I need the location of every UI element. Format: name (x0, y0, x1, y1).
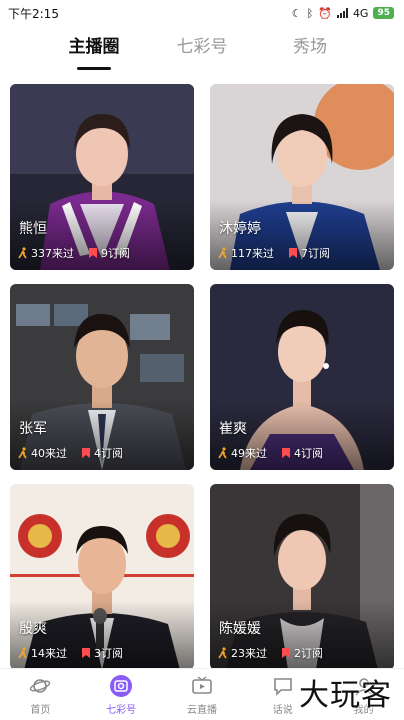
watermark-logo: 大玩客 (299, 678, 392, 713)
anchor-name: 张军 (19, 421, 47, 437)
anchor-stats: 40来过 4订阅 (18, 445, 137, 461)
walk-icon (218, 247, 228, 259)
subscribe-count: 7订阅 (301, 247, 330, 260)
visit-count: 337来过 (31, 247, 74, 260)
nav-label: 首页 (30, 704, 51, 716)
subscribe-count: 4订阅 (94, 447, 123, 460)
subscribe-count: 2订阅 (294, 647, 323, 660)
anchor-name: 殷爽 (19, 621, 47, 637)
subscribe-icon (281, 647, 291, 659)
tab-qicai-hao[interactable]: 七彩号 (157, 30, 247, 70)
status-bar: 下午2:15 ☾ ᛒ ⏰ 4G 95 (0, 0, 404, 26)
subscribe-count: 4订阅 (294, 447, 323, 460)
subscribe-count: 9订阅 (101, 247, 130, 260)
visit-count: 49来过 (231, 447, 267, 460)
tab-showroom[interactable]: 秀场 (265, 30, 355, 70)
anchor-stats: 23来过 2订阅 (218, 645, 337, 661)
app-screen: 下午2:15 ☾ ᛒ ⏰ 4G 95 主播圈 七彩号 秀场 熊恒 337来过 9… (0, 0, 404, 720)
nav-label: 话说 (272, 704, 293, 716)
nav-home[interactable]: 首页 (5, 674, 75, 716)
tab-label: 秀场 (293, 37, 327, 57)
anchor-card[interactable]: 陈媛媛 23来过 2订阅 (210, 484, 394, 668)
anchor-stats: 49来过 4订阅 (218, 445, 337, 461)
anchor-name: 陈媛媛 (219, 621, 261, 637)
status-icons: ☾ ᛒ ⏰ 4G 95 (292, 7, 394, 20)
tab-anchor-circle[interactable]: 主播圈 (49, 30, 139, 70)
battery-icon: 95 (373, 7, 394, 19)
subscribe-icon (81, 647, 91, 659)
walk-icon (218, 647, 228, 659)
subscribe-icon (281, 447, 291, 459)
walk-icon (18, 447, 28, 459)
planet-icon (28, 674, 52, 698)
walk-icon (218, 447, 228, 459)
visit-count: 23来过 (231, 647, 267, 660)
tab-active-indicator (77, 67, 111, 70)
status-time: 下午2:15 (8, 6, 59, 21)
tab-label: 主播圈 (68, 37, 120, 57)
tv-play-icon (190, 674, 214, 698)
visit-count: 14来过 (31, 647, 67, 660)
nav-label: 七彩号 (106, 704, 137, 716)
anchor-stats: 14来过 3订阅 (18, 645, 137, 661)
subscribe-count: 3订阅 (94, 647, 123, 660)
subscribe-icon (81, 447, 91, 459)
moon-icon: ☾ (291, 6, 302, 20)
camera-icon (109, 674, 133, 698)
anchor-card[interactable]: 张军 40来过 4订阅 (10, 284, 194, 470)
visit-count: 40来过 (31, 447, 67, 460)
signal-icon (336, 8, 348, 18)
chat-icon (271, 674, 295, 698)
anchor-grid: 熊恒 337来过 9订阅 沐婷婷 117来过 7订阅 张军 40来过 4订阅 崔… (10, 84, 394, 668)
visit-count: 117来过 (231, 247, 274, 260)
top-tabs: 主播圈 七彩号 秀场 (0, 30, 404, 70)
anchor-card[interactable]: 崔爽 49来过 4订阅 (210, 284, 394, 470)
subscribe-icon (88, 247, 98, 259)
anchor-stats: 117来过 7订阅 (218, 245, 344, 261)
nav-qicai-hao[interactable]: 七彩号 (86, 674, 156, 716)
anchor-name: 沐婷婷 (219, 221, 261, 237)
alarm-icon: ⏰ (318, 6, 332, 20)
bluetooth-icon: ᛒ (306, 6, 314, 20)
anchor-stats: 337来过 9订阅 (18, 245, 144, 261)
tab-label: 七彩号 (176, 37, 228, 57)
walk-icon (18, 247, 28, 259)
network-type: 4G (352, 6, 369, 20)
anchor-card[interactable]: 熊恒 337来过 9订阅 (10, 84, 194, 270)
anchor-name: 崔爽 (219, 421, 247, 437)
anchor-name: 熊恒 (19, 221, 47, 237)
anchor-card[interactable]: 殷爽 14来过 3订阅 (10, 484, 194, 668)
subscribe-icon (288, 247, 298, 259)
nav-label: 云直播 (186, 704, 217, 716)
walk-icon (18, 647, 28, 659)
anchor-card[interactable]: 沐婷婷 117来过 7订阅 (210, 84, 394, 270)
nav-cloud-live[interactable]: 云直播 (167, 674, 237, 716)
